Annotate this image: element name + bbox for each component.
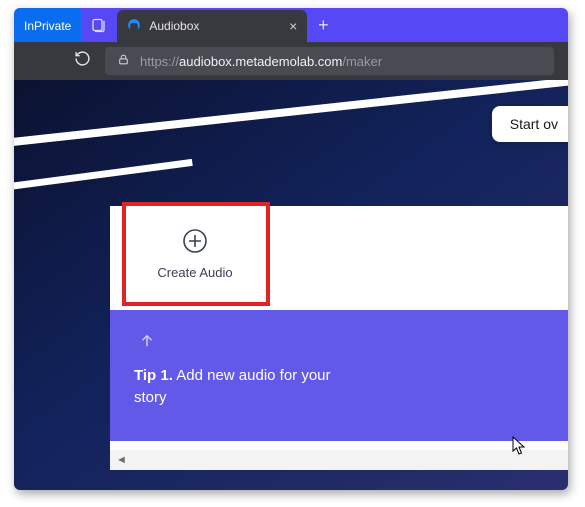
lock-icon [117, 53, 130, 69]
address-bar: https://audiobox.metademolab.com/maker [14, 42, 568, 80]
create-audio-label: Create Audio [157, 265, 232, 280]
browser-window: InPrivate Audiobox × + https://audiobox.… [14, 8, 568, 490]
url-path: /maker [342, 54, 382, 69]
tab-bar: InPrivate Audiobox × + [14, 8, 568, 42]
browser-tab[interactable]: Audiobox × [117, 10, 307, 42]
tab-favicon-icon [127, 18, 141, 35]
refresh-icon[interactable] [74, 50, 91, 72]
url-text: https://audiobox.metademolab.com/maker [140, 54, 382, 69]
new-tab-button[interactable]: + [307, 8, 339, 42]
tab-close-icon[interactable]: × [289, 18, 297, 34]
url-field[interactable]: https://audiobox.metademolab.com/maker [105, 47, 554, 75]
plus-circle-icon [181, 227, 209, 255]
horizontal-scrollbar[interactable]: ◄ [110, 450, 568, 470]
decorative-line [14, 159, 193, 192]
tab-title: Audiobox [149, 19, 281, 33]
tip-callout: Tip 1. Add new audio for your story [110, 310, 568, 441]
maker-panel: Create Audio Tip 1. Add new audio for yo… [110, 206, 568, 470]
inprivate-label: InPrivate [24, 19, 71, 33]
url-scheme: https:// [140, 54, 179, 69]
start-over-label: Start ov [510, 116, 558, 132]
tip-bold: Tip 1. [134, 367, 173, 384]
scroll-left-icon[interactable]: ◄ [110, 454, 133, 466]
page-content: Start ov Create Audio Tip 1. Add new [14, 80, 568, 490]
create-audio-button[interactable]: Create Audio [126, 206, 264, 300]
decorative-line [14, 80, 568, 148]
tip-text: Tip 1. Add new audio for your story [134, 365, 334, 409]
url-host: audiobox.metademolab.com [179, 54, 342, 69]
arrow-up-icon [138, 332, 564, 355]
tab-overview-icon[interactable] [81, 8, 117, 42]
start-over-button[interactable]: Start ov [492, 106, 568, 142]
panel-toolbar: Create Audio [110, 206, 568, 310]
inprivate-badge: InPrivate [14, 8, 81, 42]
